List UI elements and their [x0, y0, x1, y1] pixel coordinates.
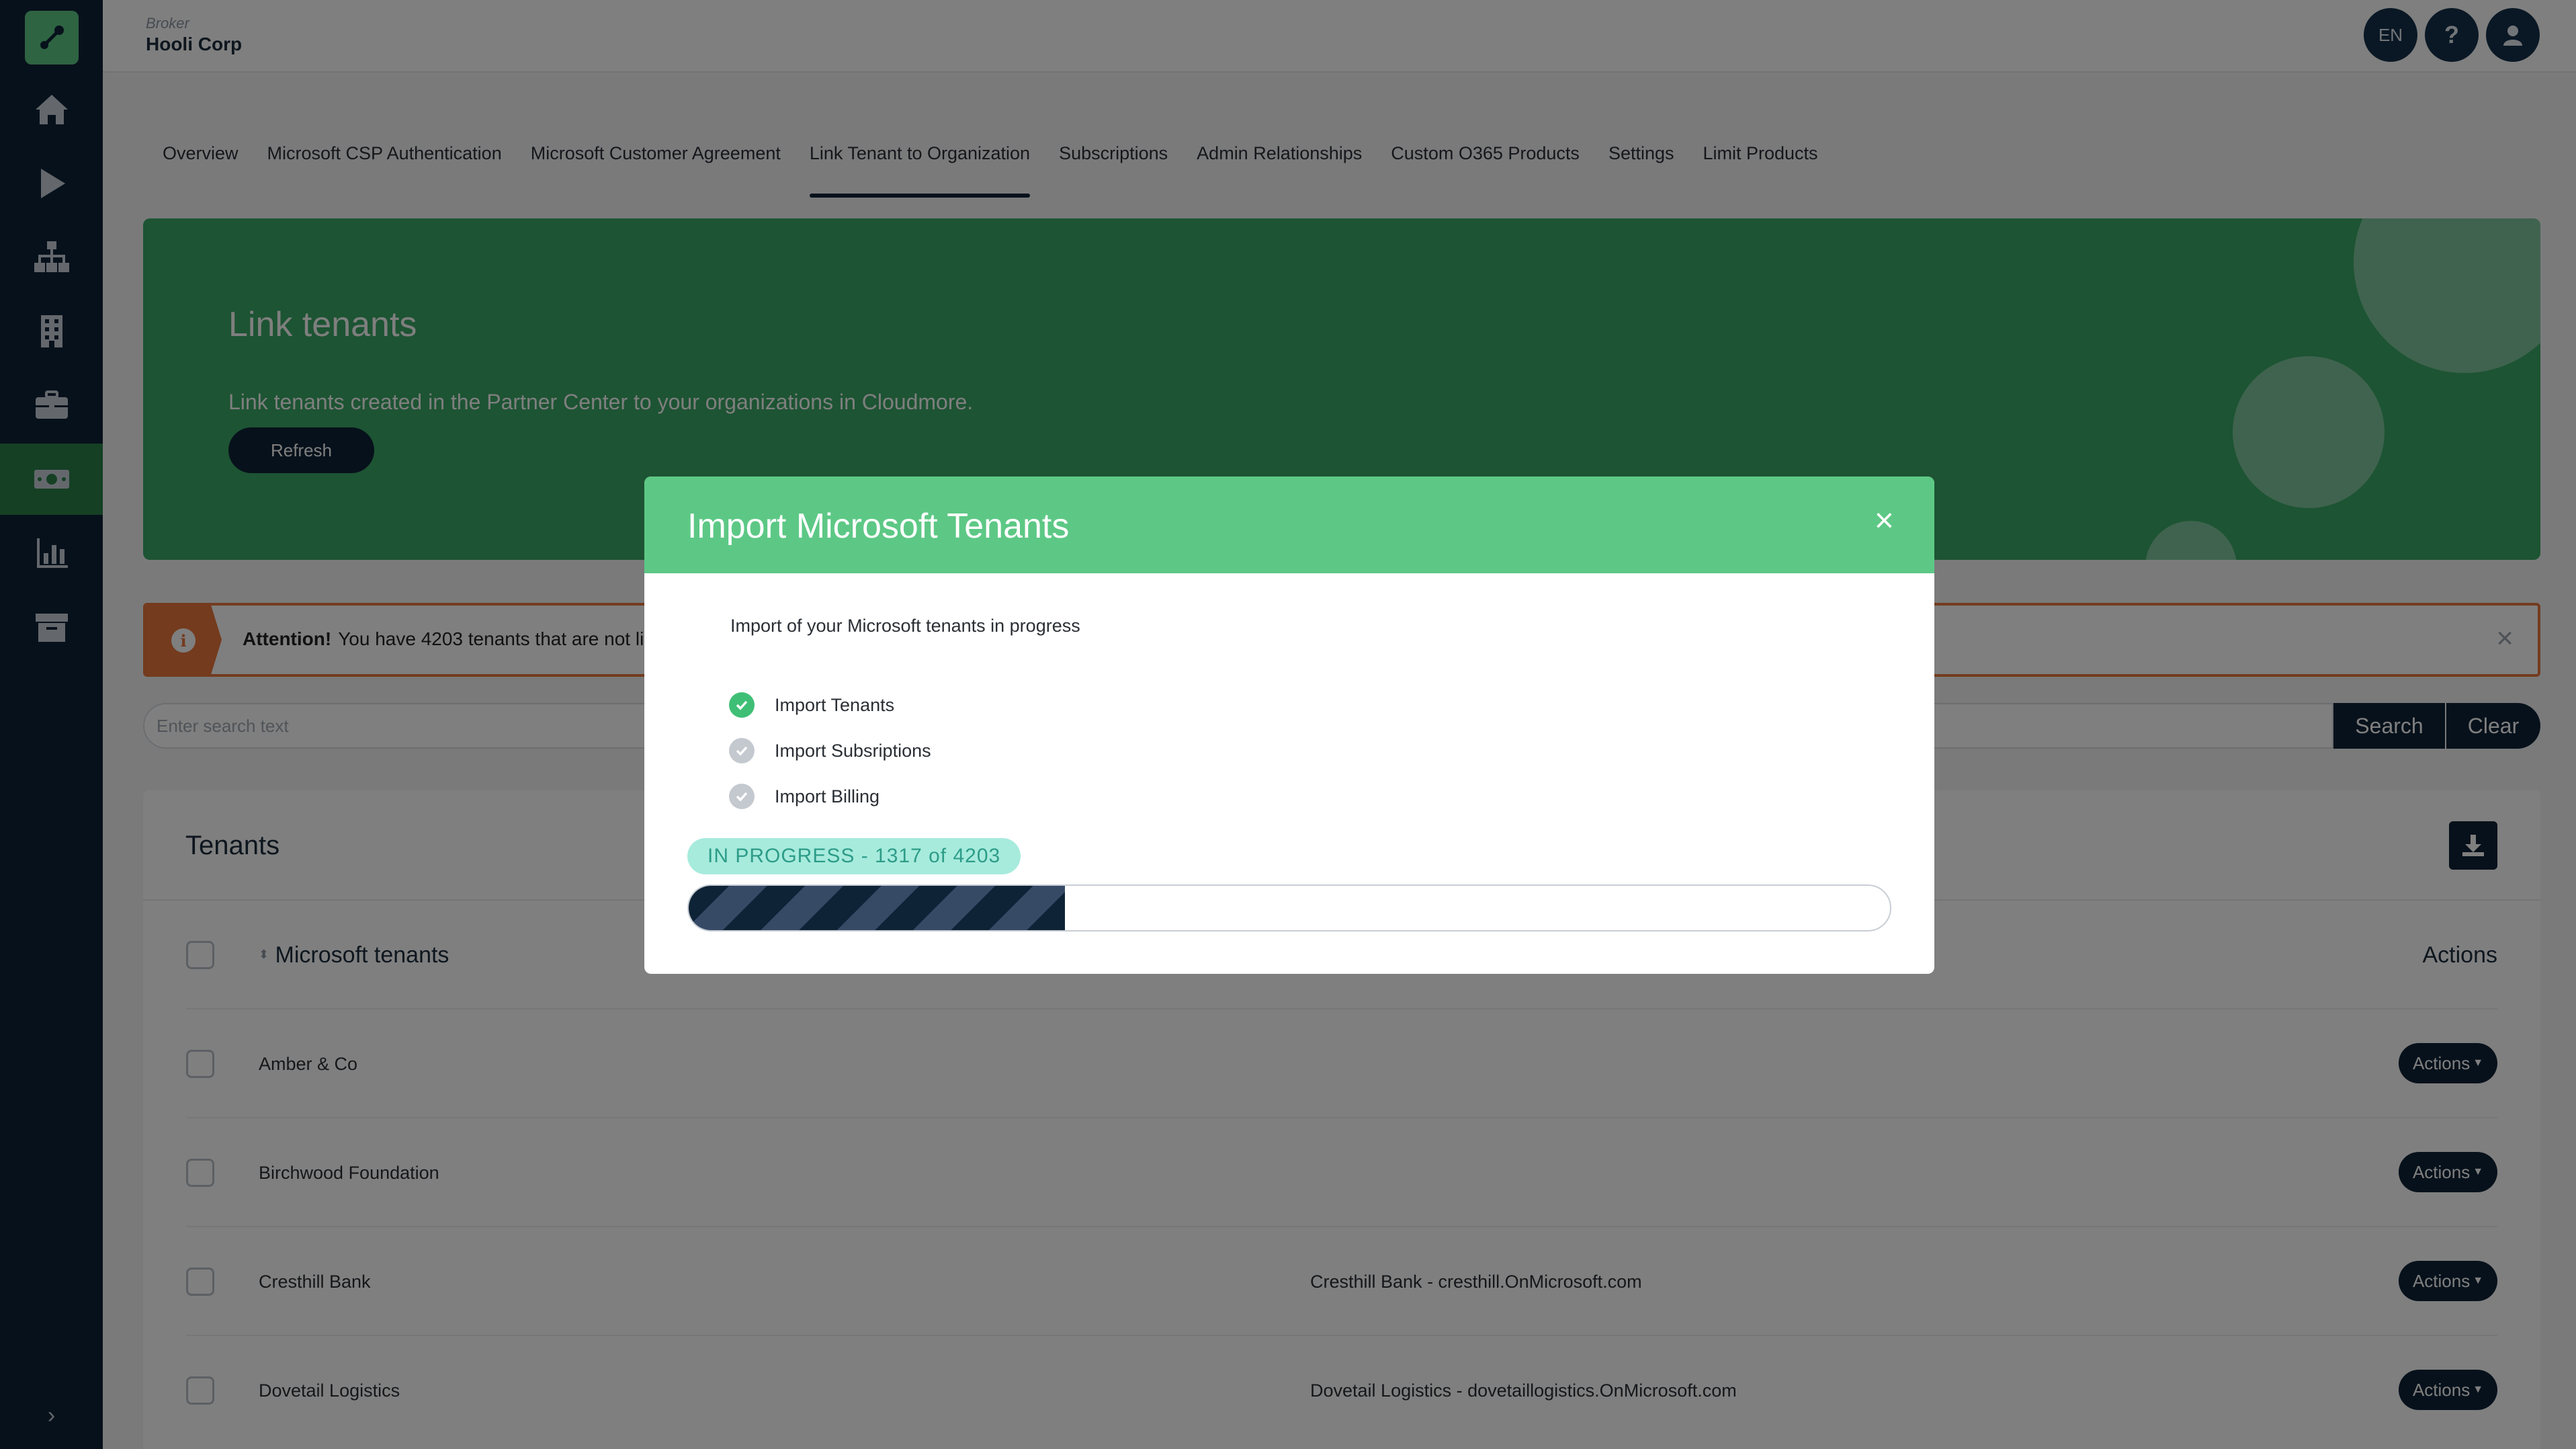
modal-header: Import Microsoft Tenants × — [644, 477, 1934, 573]
check-circle-icon — [729, 738, 755, 763]
modal-intro: Import of your Microsoft tenants in prog… — [730, 616, 1080, 636]
close-icon[interactable]: × — [1875, 503, 1894, 537]
status-badge: IN PROGRESS - 1317 of 4203 — [687, 838, 1021, 874]
check-circle-icon — [729, 692, 755, 718]
import-modal: Import Microsoft Tenants × Import of you… — [644, 477, 1934, 974]
step-import-billing: Import Billing — [729, 783, 879, 810]
progress-fill — [689, 886, 1066, 930]
progress-bar — [687, 884, 1891, 932]
modal-title: Import Microsoft Tenants — [687, 507, 1070, 546]
step-label: Import Subsriptions — [775, 740, 931, 761]
step-label: Import Billing — [775, 786, 880, 806]
check-circle-icon — [729, 784, 755, 809]
step-import-subscriptions: Import Subsriptions — [729, 737, 931, 764]
step-import-tenants: Import Tenants — [729, 692, 894, 718]
step-label: Import Tenants — [775, 694, 895, 715]
